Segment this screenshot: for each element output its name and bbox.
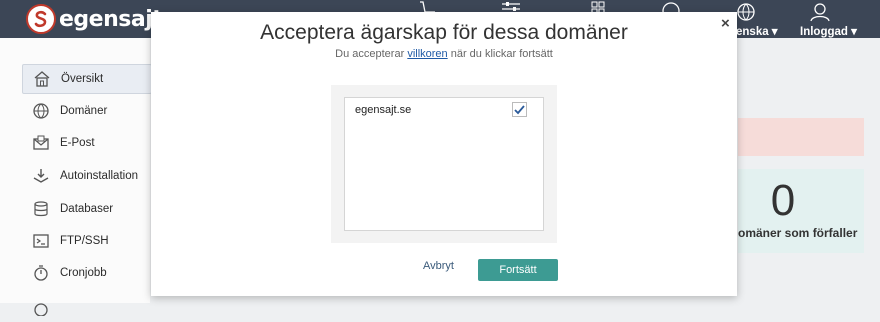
cancel-button[interactable]: Avbryt [423, 260, 454, 272]
dialog-subtitle: Du accepterar villkoren när du klickar f… [151, 48, 737, 60]
domain-list[interactable]: egensajt.se [344, 97, 544, 231]
close-icon[interactable]: × [721, 15, 730, 32]
domain-name: egensajt.se [355, 104, 412, 116]
subtitle-text-before: Du accepterar [335, 48, 408, 60]
list-item[interactable]: egensajt.se [345, 98, 543, 124]
checkmark-icon [514, 105, 525, 115]
domain-checkbox[interactable] [512, 102, 527, 117]
dialog-title: Acceptera ägarskap för dessa domäner [260, 21, 628, 44]
subtitle-text-after: när du klickar fortsätt [447, 48, 553, 60]
domain-list-container: egensajt.se [331, 85, 557, 243]
continue-button[interactable]: Fortsätt [478, 259, 558, 281]
accept-ownership-dialog: Acceptera ägarskap för dessa domäner × D… [151, 12, 737, 296]
terms-link[interactable]: villkoren [407, 48, 447, 60]
